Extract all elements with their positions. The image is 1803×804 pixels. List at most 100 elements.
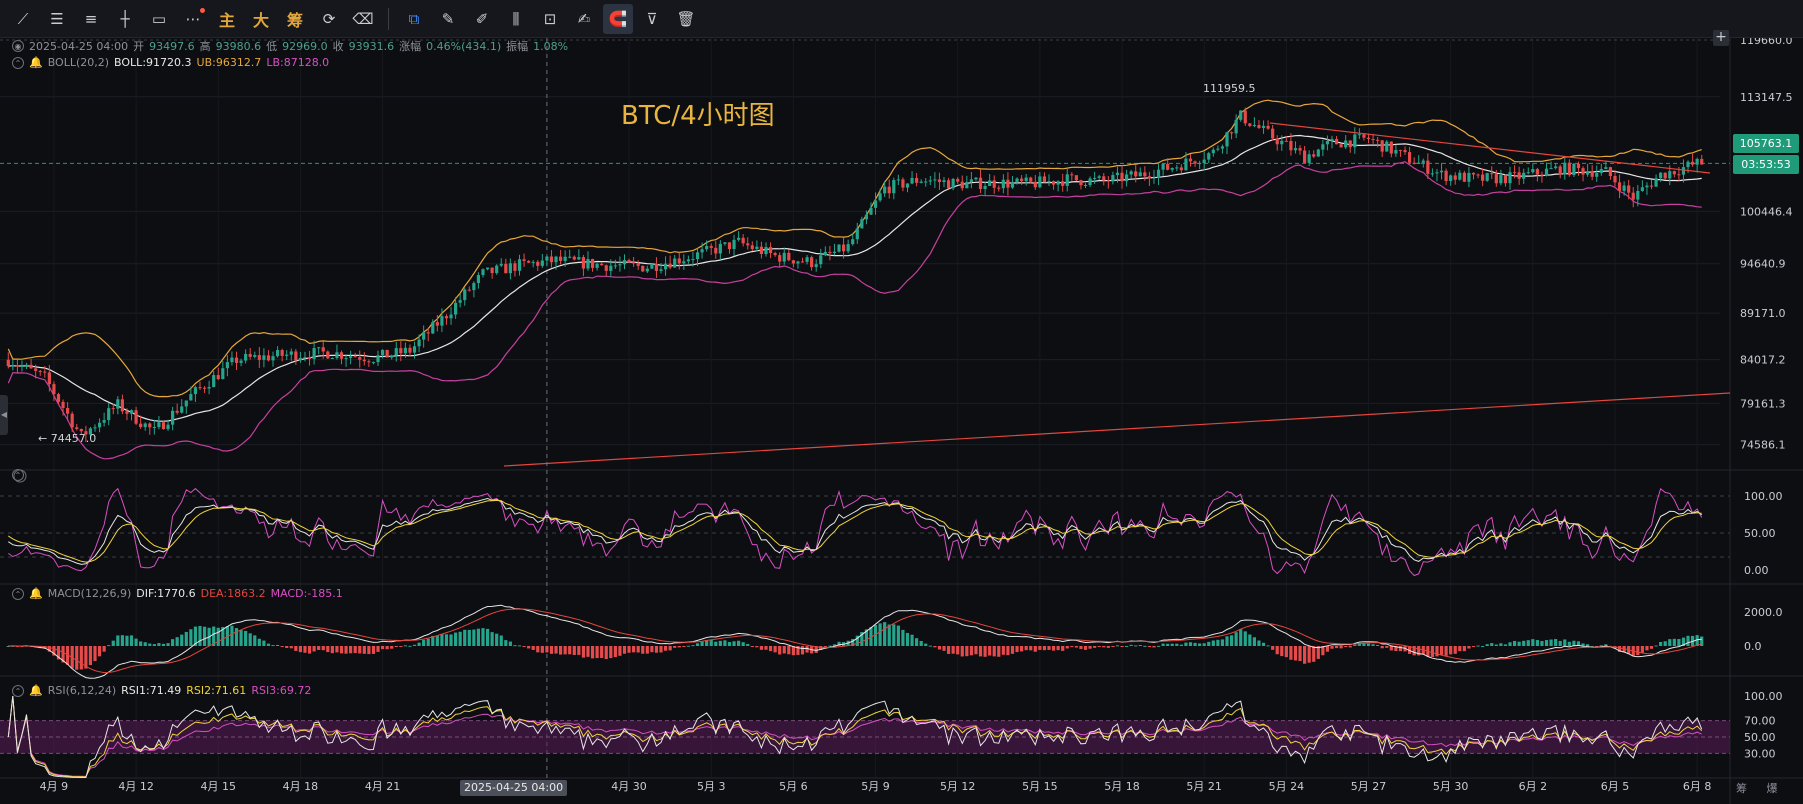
macd-histogram-bar — [152, 644, 156, 646]
lock-tool[interactable]: ⊡ — [535, 4, 565, 34]
macd-histogram-bar — [1083, 646, 1088, 650]
collapse-icon[interactable]: ⌃ — [12, 56, 24, 69]
bell-icon[interactable]: 🔔 — [29, 587, 43, 600]
note-tool[interactable]: ✍ — [569, 4, 599, 34]
macd-name[interactable]: MACD(12,26,9) — [48, 587, 132, 600]
candle-body — [1093, 177, 1097, 179]
parallel-lines-tool[interactable]: ≡ — [76, 4, 106, 34]
candle-body — [285, 354, 289, 356]
corner-toggles[interactable]: 筹 爆 — [1736, 780, 1786, 796]
more-tools-menu[interactable]: ⋯ — [178, 4, 208, 34]
candle-body — [75, 427, 79, 429]
candle-body — [1179, 167, 1183, 171]
delete-tool[interactable]: 🗑 — [671, 4, 701, 34]
bookmark-tool[interactable]: ⧉ — [399, 4, 429, 34]
candle-body — [1366, 137, 1371, 140]
macd-histogram-bar — [1549, 639, 1553, 646]
candle-body — [787, 252, 791, 261]
candle-body — [1033, 181, 1037, 188]
candle-body — [431, 322, 435, 334]
macd-histogram-bar — [805, 646, 809, 653]
macd-value: MACD:-185.1 — [270, 587, 343, 600]
add-indicator-button[interactable]: + — [1713, 30, 1729, 46]
candle-body — [522, 259, 526, 261]
candle-body — [1659, 172, 1663, 179]
candle-body — [262, 355, 266, 360]
candle-body — [1334, 138, 1339, 145]
macd-histogram-bar — [463, 629, 467, 646]
time-axis-label: 6月 2 — [1519, 780, 1548, 793]
erase-tool[interactable]: ⌫ — [348, 4, 378, 34]
candle-body — [1229, 132, 1234, 134]
candle-body — [422, 332, 426, 340]
macd-histogram-bar — [960, 646, 964, 657]
rsi-name[interactable]: RSI(6,12,24) — [48, 684, 116, 697]
kdj-axis-tick: 100.00 — [1744, 490, 1783, 503]
candle-body — [225, 362, 229, 369]
macd-histogram-bar — [1234, 632, 1238, 646]
rsi1-value: RSI1:71.49 — [121, 684, 182, 697]
big-toggle[interactable]: 大 — [246, 4, 276, 34]
rectangle-tool[interactable]: ▭ — [144, 4, 174, 34]
candle-body — [189, 394, 193, 401]
candle-body — [1184, 158, 1188, 171]
macd-histogram-bar — [1677, 639, 1681, 646]
crosshair-line-tool[interactable]: ┼ — [110, 4, 140, 34]
candle-body — [298, 357, 303, 361]
price-axis-tick: 100446.4 — [1740, 205, 1793, 218]
macd-histogram-bar — [1115, 645, 1120, 647]
candle-body — [6, 359, 10, 367]
side-panel-handle[interactable]: ◀ — [0, 395, 8, 435]
magnet-tool[interactable]: 🧲 — [603, 3, 633, 34]
macd-histogram-bar — [1024, 646, 1028, 651]
main-chart-toggle[interactable]: 主 — [212, 4, 242, 34]
candle-body — [38, 370, 42, 372]
macd-histogram-bar — [93, 646, 97, 662]
collapse-icon[interactable]: ⌃ — [12, 684, 24, 697]
candle-body — [198, 387, 202, 389]
macd-histogram-bar — [937, 646, 942, 650]
macd-histogram-bar — [974, 646, 978, 655]
rotate-tool[interactable]: ⟳ — [314, 4, 344, 34]
candle-body — [248, 353, 252, 357]
filter-tool[interactable]: ⊽ — [637, 4, 667, 34]
time-axis-label: 5月 3 — [697, 780, 726, 793]
macd-histogram-bar — [641, 646, 645, 654]
candle-body — [1449, 175, 1453, 182]
macd-histogram-bar — [1088, 646, 1092, 649]
collapse-icon[interactable]: ⌃ — [12, 469, 24, 481]
candle-body — [440, 316, 444, 326]
boll-name[interactable]: BOLL(20,2) — [48, 56, 109, 69]
macd-histogram-bar — [723, 640, 727, 646]
ruler-tool[interactable]: ✎ — [433, 4, 463, 34]
candles-tool[interactable]: ⫼ — [501, 4, 531, 34]
macd-histogram-bar — [257, 638, 261, 646]
macd-histogram-bar — [1093, 646, 1097, 648]
candle-body — [56, 394, 61, 402]
candle-body — [148, 423, 152, 428]
candle-body — [1663, 172, 1667, 179]
pen-tool[interactable]: ✐ — [467, 4, 497, 34]
bell-icon[interactable]: 🔔 — [29, 684, 43, 697]
chips-toggle[interactable]: 筹 — [280, 4, 310, 34]
candle-body — [1617, 182, 1622, 191]
candle-body — [901, 179, 905, 188]
trendline-tool[interactable]: ⟋ — [8, 4, 38, 34]
macd-histogram-bar — [654, 646, 659, 653]
macd-histogram-bar — [1563, 639, 1567, 646]
macd-histogram-bar — [262, 640, 266, 646]
candle-body — [1220, 146, 1225, 149]
collapse-icon[interactable]: ⌃ — [12, 587, 24, 600]
bell-icon[interactable]: 🔔 — [29, 56, 43, 69]
candle-body — [1430, 173, 1435, 175]
candle-body — [650, 263, 654, 269]
eye-icon[interactable]: ◉ — [12, 40, 24, 52]
macd-histogram-bar — [230, 625, 234, 646]
candle-body — [1421, 160, 1425, 163]
candle-body — [490, 267, 494, 274]
horizontal-lines-tool[interactable]: ☰ — [42, 4, 72, 34]
candle-body — [120, 399, 124, 412]
candle-body — [1006, 179, 1010, 188]
macd-histogram-bar — [1038, 646, 1042, 650]
candle-body — [171, 410, 175, 425]
